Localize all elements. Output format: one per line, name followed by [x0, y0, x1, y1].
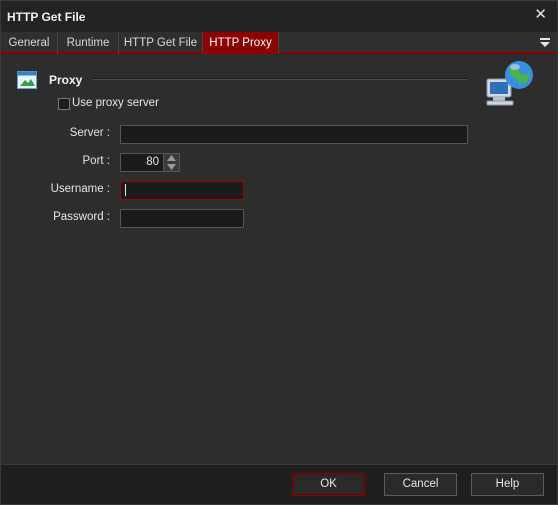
tab-http-proxy[interactable]: HTTP Proxy	[203, 32, 279, 54]
section-title-proxy: Proxy	[49, 73, 83, 87]
server-field[interactable]	[120, 125, 468, 144]
text-caret	[125, 184, 126, 196]
password-label: Password :	[53, 211, 110, 223]
server-label: Server :	[69, 127, 110, 139]
password-field[interactable]	[120, 209, 244, 228]
tab-content-http-proxy: Proxy Use proxy server Server : Port : 8…	[5, 56, 553, 464]
panel-icon	[17, 71, 37, 89]
port-decrement-button[interactable]	[164, 163, 179, 171]
help-button[interactable]: Help	[471, 473, 544, 496]
title-bar: HTTP Get File ✕	[1, 1, 557, 32]
use-proxy-label: Use proxy server	[72, 97, 159, 109]
port-stepper[interactable]	[163, 153, 180, 172]
section-divider	[93, 78, 467, 80]
chevron-up-icon	[167, 155, 176, 161]
username-field[interactable]	[120, 181, 244, 200]
chevron-down-icon	[167, 164, 176, 170]
port-label: Port :	[82, 155, 110, 167]
cancel-button[interactable]: Cancel	[384, 473, 457, 496]
tab-general[interactable]: General	[1, 32, 58, 54]
port-field[interactable]: 80	[120, 153, 164, 172]
ok-button[interactable]: OK	[292, 473, 365, 496]
tab-bar: General Runtime HTTP Get File HTTP Proxy	[1, 32, 557, 54]
dialog-window: HTTP Get File ✕ General Runtime HTTP Get…	[0, 0, 558, 505]
window-title: HTTP Get File	[7, 10, 86, 24]
username-label: Username :	[50, 183, 110, 195]
port-increment-button[interactable]	[164, 154, 179, 162]
tab-runtime[interactable]: Runtime	[58, 32, 119, 54]
dialog-footer: OK Cancel Help	[1, 464, 557, 504]
use-proxy-checkbox[interactable]	[58, 98, 70, 110]
tab-http-get-file[interactable]: HTTP Get File	[119, 32, 203, 54]
dropdown-menu-icon[interactable]	[539, 36, 551, 48]
network-globe-icon	[486, 61, 533, 106]
close-icon[interactable]: ✕	[534, 7, 547, 23]
